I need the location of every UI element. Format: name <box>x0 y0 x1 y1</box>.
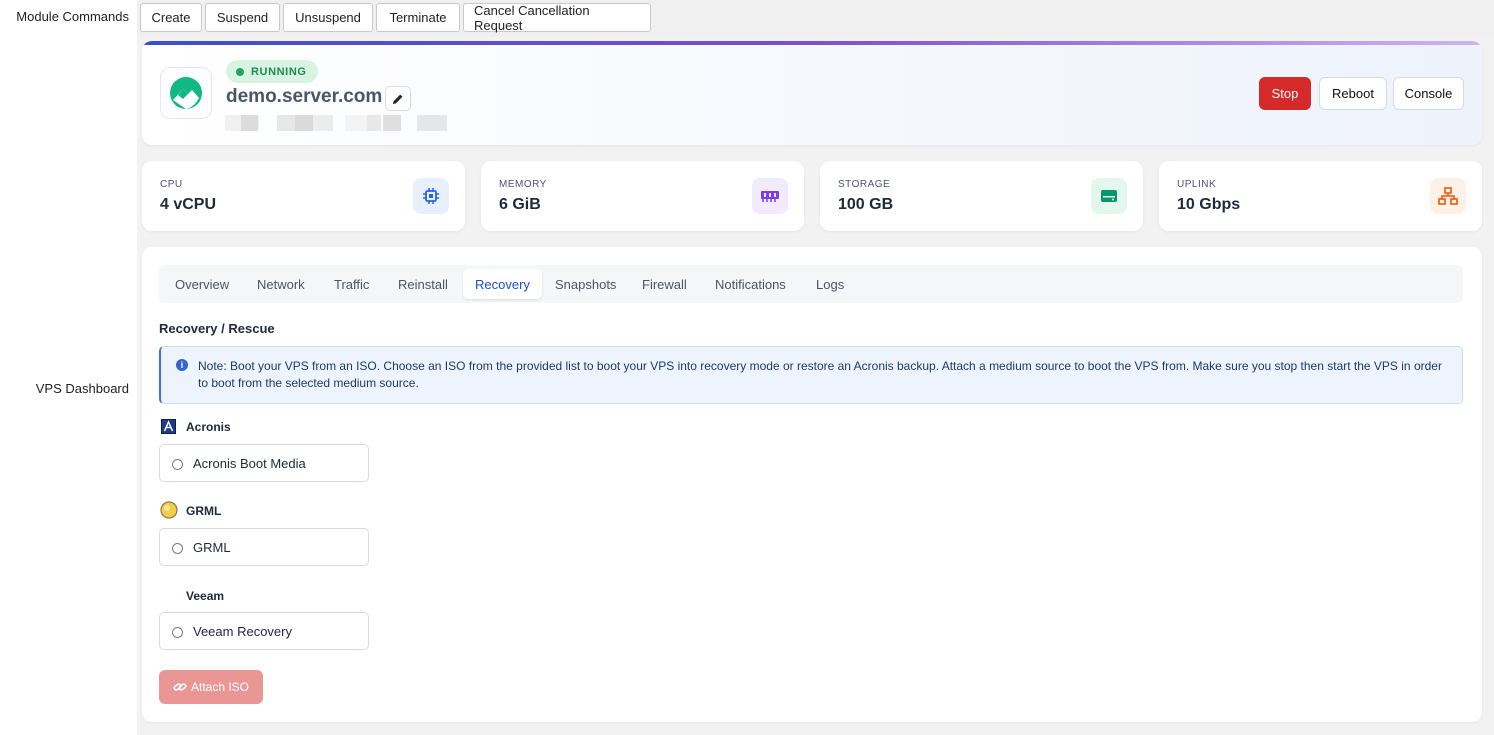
storage-icon <box>1091 178 1127 214</box>
cancel-cancellation-request-button[interactable]: Cancel Cancellation Request <box>463 3 651 33</box>
option-label: Veeam Recovery <box>193 624 292 639</box>
section-title: Recovery / Rescue <box>159 321 275 336</box>
stop-button[interactable]: Stop <box>1259 77 1311 110</box>
stat-label: STORAGE <box>838 179 891 190</box>
stat-card-storage: STORAGE 100 GB <box>820 161 1143 231</box>
radio-button[interactable] <box>172 459 183 470</box>
suspend-button[interactable]: Suspend <box>205 3 280 32</box>
tab-firewall[interactable]: Firewall <box>630 269 699 299</box>
info-note-text: Note: Boot your VPS from an ISO. Choose … <box>198 359 1442 390</box>
grml-icon <box>160 501 178 519</box>
pencil-icon <box>393 94 403 104</box>
tab-logs[interactable]: Logs <box>804 269 856 299</box>
status-text: RUNNING <box>251 65 307 78</box>
stat-label: CPU <box>160 179 183 190</box>
stat-value: 10 Gbps <box>1177 196 1241 213</box>
group-title-veeam: Veeam <box>186 589 225 603</box>
os-logo <box>160 67 212 119</box>
stat-value: 100 GB <box>838 196 894 213</box>
stat-card-memory: MEMORY 6 GiB <box>481 161 804 231</box>
group-title-acronis: Acronis <box>186 420 231 434</box>
acronis-icon <box>161 419 176 434</box>
group-title-grml: GRML <box>186 504 222 518</box>
module-commands-label: Module Commands <box>16 9 129 24</box>
create-button[interactable]: Create <box>140 3 202 32</box>
attach-iso-label: Attach ISO <box>190 680 250 694</box>
memory-icon <box>752 178 788 214</box>
stat-label: UPLINK <box>1177 179 1217 190</box>
link-icon <box>173 683 187 691</box>
stat-label: MEMORY <box>499 179 547 190</box>
reboot-button[interactable]: Reboot <box>1319 77 1387 110</box>
edit-hostname-button[interactable] <box>385 86 411 111</box>
option-grml[interactable]: GRML <box>159 528 369 566</box>
info-icon: i <box>176 359 188 371</box>
vps-dashboard-label: VPS Dashboard <box>35 381 129 396</box>
unsuspend-button[interactable]: Unsuspend <box>283 3 373 32</box>
attach-iso-button[interactable]: Attach ISO <box>159 670 263 704</box>
chip-icon <box>413 178 449 214</box>
radio-button[interactable] <box>172 627 183 638</box>
tab-notifications[interactable]: Notifications <box>703 269 798 299</box>
rocky-linux-icon <box>170 77 202 109</box>
stat-card-cpu: CPU 4 vCPU <box>142 161 465 231</box>
server-hostname: demo.server.com <box>226 86 383 107</box>
network-icon <box>1430 178 1466 214</box>
radio-button[interactable] <box>172 543 183 554</box>
option-label: GRML <box>193 540 231 555</box>
tab-recovery[interactable]: Recovery <box>463 269 542 299</box>
console-button[interactable]: Console <box>1393 77 1464 110</box>
info-note: i Note: Boot your VPS from an ISO. Choos… <box>159 346 1463 404</box>
vps-dashboard-panel: RUNNING demo.server.com Stop Reboot Cons… <box>137 37 1494 735</box>
tab-snapshots[interactable]: Snapshots <box>543 269 628 299</box>
stat-value: 4 vCPU <box>160 196 217 213</box>
tab-reinstall[interactable]: Reinstall <box>386 269 460 299</box>
header-accent-strip <box>142 41 1482 45</box>
status-dot-icon <box>236 67 244 76</box>
option-label: Acronis Boot Media <box>193 456 306 471</box>
terminate-button[interactable]: Terminate <box>376 3 460 32</box>
server-header-card: RUNNING demo.server.com Stop Reboot Cons… <box>142 41 1482 145</box>
recovery-card: Overview Network Traffic Reinstall Recov… <box>142 247 1482 722</box>
dashboard-tabs: Overview Network Traffic Reinstall Recov… <box>159 265 1463 303</box>
tab-network[interactable]: Network <box>245 269 317 299</box>
redacted-ip-info <box>225 115 465 131</box>
stat-card-uplink: UPLINK 10 Gbps <box>1159 161 1482 231</box>
tab-overview[interactable]: Overview <box>163 269 241 299</box>
stat-value: 6 GiB <box>499 196 541 213</box>
option-veeam-recovery[interactable]: Veeam Recovery <box>159 612 369 650</box>
module-commands-bar: Create Suspend Unsuspend Terminate Cance… <box>137 0 1494 37</box>
option-acronis-boot-media[interactable]: Acronis Boot Media <box>159 444 369 482</box>
status-badge: RUNNING <box>226 60 318 83</box>
tab-traffic[interactable]: Traffic <box>322 269 381 299</box>
